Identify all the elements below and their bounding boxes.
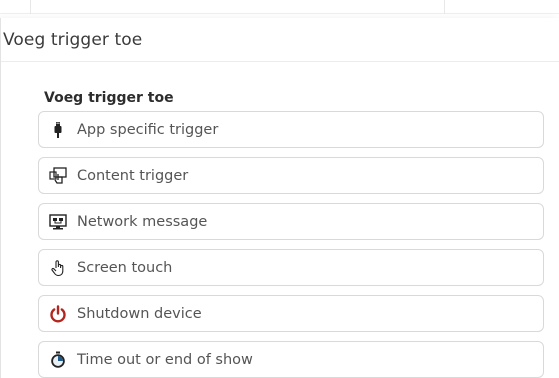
dialog-title: Voeg trigger toe: [3, 29, 143, 50]
trigger-content[interactable]: Content trigger: [38, 157, 544, 194]
trigger-timeout[interactable]: Time out or end of show: [38, 341, 544, 378]
section-title: Voeg trigger toe: [44, 90, 174, 106]
trigger-list: App specific trigger Content trigger Net…: [38, 111, 544, 378]
usb-plug-icon: [49, 121, 67, 139]
power-icon: [49, 304, 67, 323]
trigger-network-message[interactable]: Network message: [38, 203, 544, 240]
stopwatch-icon: [49, 351, 67, 369]
dialog-header: Voeg trigger toe: [1, 18, 559, 62]
hand-touch-icon: [49, 259, 67, 277]
dialog-body: Voeg trigger toe App specific trigger Co…: [1, 62, 559, 378]
network-monitor-icon: [49, 213, 67, 231]
background-divider: [30, 0, 31, 14]
background-table-strip: [0, 0, 559, 14]
background-divider: [444, 0, 445, 14]
trigger-screen-touch[interactable]: Screen touch: [38, 249, 544, 286]
trigger-shutdown-device[interactable]: Shutdown device: [38, 295, 544, 332]
trigger-label: Shutdown device: [77, 305, 202, 322]
trigger-label: Time out or end of show: [77, 351, 253, 368]
trigger-label: App specific trigger: [77, 121, 219, 138]
trigger-label: Screen touch: [77, 259, 173, 276]
trigger-label: Network message: [77, 213, 208, 230]
add-trigger-dialog: Voeg trigger toe Voeg trigger toe App sp…: [0, 18, 559, 378]
trigger-label: Content trigger: [77, 167, 189, 184]
content-touch-icon: [49, 166, 67, 185]
trigger-app-specific[interactable]: App specific trigger: [38, 111, 544, 148]
